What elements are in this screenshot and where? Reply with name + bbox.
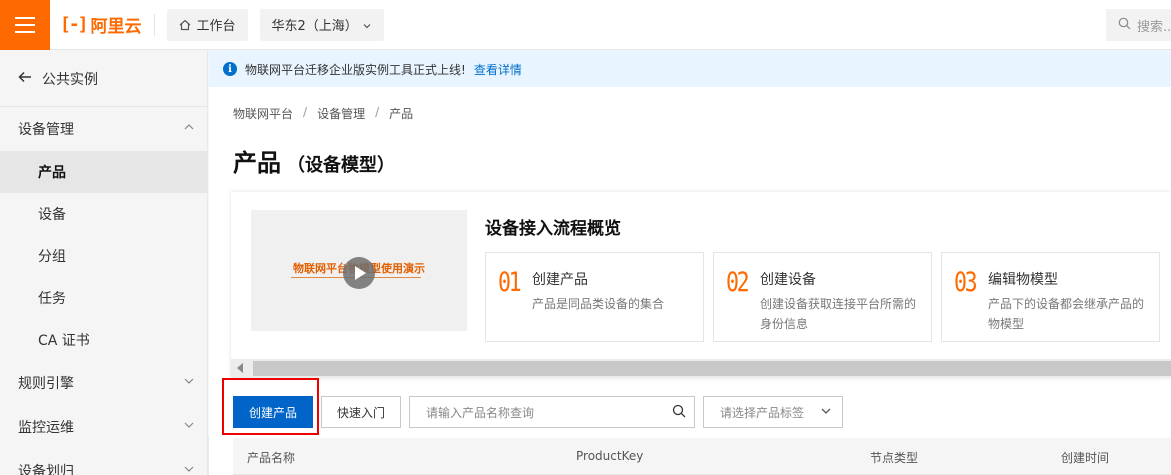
nav-group-device-assignment[interactable]: 设备划归 bbox=[0, 449, 207, 475]
breadcrumb-item[interactable]: 物联网平台 bbox=[233, 105, 293, 122]
step-description: 创建设备获取连接平台所需的身份信息 bbox=[760, 297, 917, 331]
sidebar: 公共实例 设备管理 产品 设备 分组 任务 CA 证书 规则引擎 监控运维 设备… bbox=[0, 51, 208, 475]
nav-group-label: 设备划归 bbox=[18, 464, 74, 475]
breadcrumb-separator: / bbox=[303, 105, 308, 119]
product-tag-select[interactable]: 请选择产品标签 bbox=[703, 396, 843, 428]
onboarding-overview-card: 物联网平台物模型使用演示 设备接入流程概览 01 创建产品 产品是同品类设备的集… bbox=[231, 192, 1171, 378]
nav-group-rule-engine[interactable]: 规则引擎 bbox=[0, 361, 207, 405]
step-title: 创建设备 bbox=[760, 272, 816, 288]
chevron-down-icon bbox=[362, 20, 372, 30]
arrow-left-icon bbox=[18, 71, 32, 87]
search-placeholder: 请输入产品名称查询 bbox=[426, 405, 535, 420]
select-placeholder: 请选择产品标签 bbox=[720, 405, 805, 420]
notice-text: 物联网平台迁移企业版实例工具正式上线! bbox=[245, 62, 466, 77]
back-label: 公共实例 bbox=[42, 71, 98, 88]
page-title: 产品 （设备模型） bbox=[233, 143, 395, 178]
step-description: 产品下的设备都会继承产品的物模型 bbox=[988, 297, 1145, 331]
chevron-down-icon bbox=[183, 419, 195, 435]
chevron-up-icon bbox=[183, 121, 195, 137]
region-selector[interactable]: 华东2（上海） bbox=[259, 8, 384, 41]
aliyun-logo[interactable]: [-] 阿里云 bbox=[60, 13, 155, 37]
notice-details-link[interactable]: 查看详情 bbox=[474, 61, 522, 78]
flow-title: 设备接入流程概览 bbox=[485, 219, 621, 239]
column-header-node-type: 节点类型 bbox=[870, 451, 919, 465]
horizontal-scrollbar[interactable] bbox=[231, 359, 1171, 378]
region-label: 华东2（上海） bbox=[271, 19, 358, 34]
back-to-instances[interactable]: 公共实例 bbox=[0, 51, 207, 107]
workbench-button[interactable]: 工作台 bbox=[166, 8, 248, 41]
step-card-create-device: 02 创建设备 创建设备获取连接平台所需的身份信息 bbox=[713, 252, 932, 342]
chevron-down-icon bbox=[183, 375, 195, 391]
product-toolbar: 创建产品 快速入门 请输入产品名称查询 请选择产品标签 bbox=[233, 396, 843, 428]
step-title: 编辑物模型 bbox=[988, 272, 1058, 288]
logo-mark: [-] bbox=[60, 14, 88, 35]
sidebar-item-task[interactable]: 任务 bbox=[0, 277, 207, 319]
page-title-sub: （设备模型） bbox=[287, 155, 395, 176]
top-bar: [-] 阿里云 工作台 华东2（上海） 搜索... bbox=[0, 0, 1171, 50]
sidebar-item-ca-cert[interactable]: CA 证书 bbox=[0, 319, 207, 361]
column-header-created-time: 创建时间 bbox=[1061, 451, 1110, 465]
global-search-placeholder: 搜索... bbox=[1137, 19, 1171, 35]
search-icon[interactable] bbox=[672, 404, 686, 421]
notice-banner: i 物联网平台迁移企业版实例工具正式上线! 查看详情 bbox=[209, 51, 1171, 87]
home-icon bbox=[179, 19, 191, 31]
quick-start-button[interactable]: 快速入门 bbox=[321, 396, 401, 428]
step-card-create-product: 01 创建产品 产品是同品类设备的集合 bbox=[485, 252, 704, 342]
page-title-main: 产品 bbox=[233, 149, 281, 177]
sidebar-item-device[interactable]: 设备 bbox=[0, 193, 207, 235]
step-number: 02 bbox=[726, 267, 750, 298]
nav-group-label: 监控运维 bbox=[18, 420, 74, 436]
scrollbar-thumb[interactable] bbox=[253, 361, 1171, 376]
nav-group-device-management[interactable]: 设备管理 bbox=[0, 107, 207, 151]
step-title: 创建产品 bbox=[532, 272, 588, 288]
breadcrumb: 物联网平台 / 设备管理 / 产品 bbox=[233, 105, 413, 122]
column-header-product-name: 产品名称 bbox=[247, 451, 296, 465]
sidebar-item-group[interactable]: 分组 bbox=[0, 235, 207, 277]
logo-text: 阿里云 bbox=[90, 17, 142, 37]
main-content: i 物联网平台迁移企业版实例工具正式上线! 查看详情 物联网平台 / 设备管理 … bbox=[209, 51, 1171, 475]
product-search-input[interactable]: 请输入产品名称查询 bbox=[409, 396, 695, 428]
step-description: 产品是同品类设备的集合 bbox=[532, 297, 665, 311]
play-icon[interactable] bbox=[343, 257, 375, 289]
highlight-annotation-box bbox=[222, 378, 319, 435]
nav-group-label: 规则引擎 bbox=[18, 376, 74, 392]
breadcrumb-item: 产品 bbox=[389, 107, 414, 121]
hamburger-menu-icon[interactable] bbox=[0, 0, 50, 50]
breadcrumb-separator: / bbox=[375, 105, 380, 119]
sidebar-item-product[interactable]: 产品 bbox=[0, 151, 207, 193]
step-card-edit-model: 03 编辑物模型 产品下的设备都会继承产品的物模型 bbox=[941, 252, 1160, 342]
nav-group-monitoring[interactable]: 监控运维 bbox=[0, 405, 207, 449]
search-icon bbox=[1118, 17, 1131, 34]
step-number: 01 bbox=[498, 267, 522, 298]
chevron-down-icon bbox=[820, 405, 832, 420]
product-table-header: 产品名称 ProductKey 节点类型 创建时间 bbox=[233, 438, 1171, 475]
breadcrumb-item[interactable]: 设备管理 bbox=[317, 105, 365, 122]
global-search[interactable]: 搜索... bbox=[1106, 9, 1171, 41]
demo-video[interactable]: 物联网平台物模型使用演示 bbox=[251, 210, 467, 331]
info-icon: i bbox=[223, 62, 237, 76]
step-number: 03 bbox=[954, 267, 978, 298]
column-header-productkey: ProductKey bbox=[576, 449, 644, 463]
chevron-down-icon bbox=[183, 463, 195, 475]
nav-group-label: 设备管理 bbox=[18, 122, 74, 138]
workbench-label: 工作台 bbox=[196, 19, 236, 34]
scroll-left-arrow-icon[interactable] bbox=[237, 363, 243, 373]
